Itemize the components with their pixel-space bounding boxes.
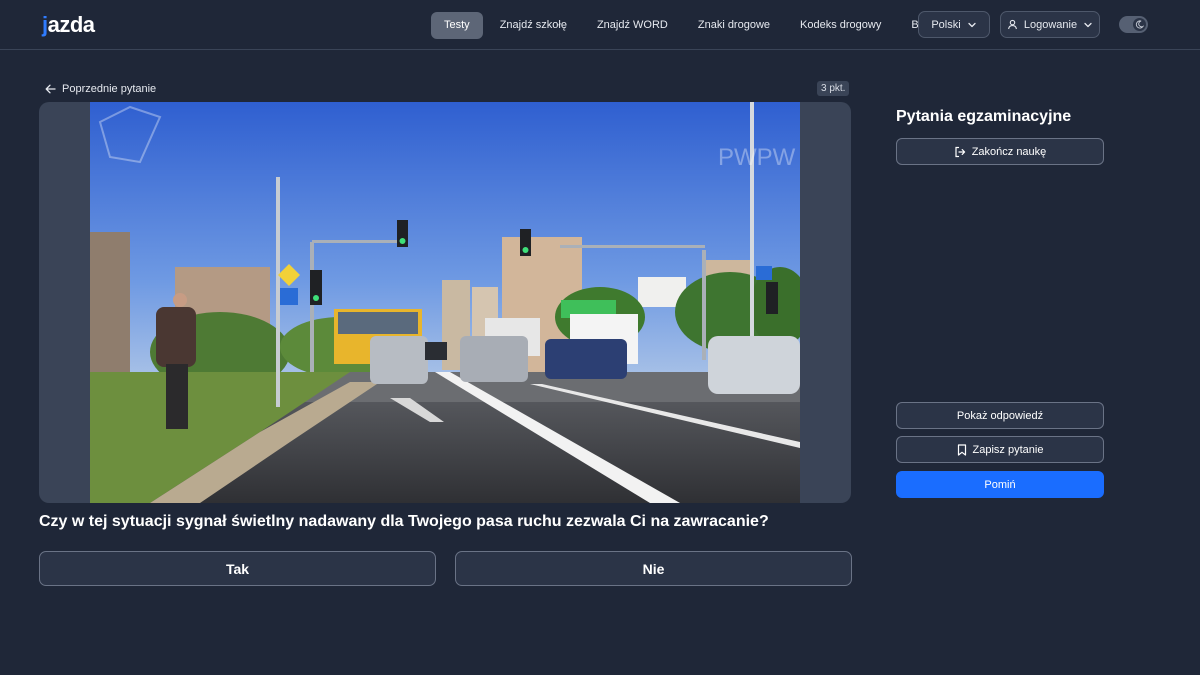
nav-road-code[interactable]: Kodeks drogowy: [787, 12, 894, 39]
show-answer-label: Pokaż odpowiedź: [956, 409, 1044, 422]
main-nav: Testy Znajdź szkołę Znajdź WORD Znaki dr…: [431, 11, 946, 39]
arrow-left-icon: [45, 84, 56, 94]
answer-no-button[interactable]: Nie: [455, 551, 852, 586]
question-text: Czy w tej sytuacji sygnał świetlny nadaw…: [39, 513, 769, 530]
nav-find-word[interactable]: Znajdź WORD: [584, 12, 681, 39]
logout-icon: [954, 146, 966, 158]
previous-question-label: Poprzednie pytanie: [62, 83, 157, 95]
nav-road-signs[interactable]: Znaki drogowe: [685, 12, 783, 39]
show-answer-button[interactable]: Pokaż odpowiedź: [896, 402, 1104, 429]
moon-icon: [1133, 18, 1146, 31]
logo[interactable]: j azda: [42, 12, 95, 38]
nav-tests[interactable]: Testy: [431, 11, 483, 39]
question-media: PWPW: [39, 102, 851, 503]
chevron-down-icon: [967, 20, 977, 30]
login-button[interactable]: Logowanie: [1000, 11, 1100, 38]
save-question-label: Zapisz pytanie: [972, 443, 1044, 456]
chevron-down-icon: [1083, 20, 1093, 30]
theme-toggle[interactable]: [1119, 16, 1148, 33]
skip-button[interactable]: Pomiń: [896, 471, 1104, 498]
finish-learning-button[interactable]: Zakończ naukę: [896, 138, 1104, 165]
top-navbar: j azda Testy Znajdź szkołę Znajdź WORD Zn…: [0, 0, 1200, 50]
answer-yes-button[interactable]: Tak: [39, 551, 436, 586]
finish-learning-label: Zakończ naukę: [971, 145, 1047, 158]
login-label: Logowanie: [1023, 18, 1078, 31]
nav-find-school[interactable]: Znajdź szkołę: [487, 12, 580, 39]
question-photo: PWPW: [90, 102, 800, 503]
previous-question-link[interactable]: Poprzednie pytanie: [45, 81, 156, 97]
skip-label: Pomiń: [984, 478, 1016, 491]
save-question-button[interactable]: Zapisz pytanie: [896, 436, 1104, 463]
user-icon: [1007, 19, 1018, 30]
points-badge: 3 pkt.: [817, 81, 850, 96]
logo-text: azda: [47, 12, 95, 37]
language-label: Polski: [931, 18, 961, 31]
watermark-text: PWPW: [718, 144, 796, 171]
language-select[interactable]: Polski: [918, 11, 990, 38]
bookmark-icon: [957, 443, 967, 456]
side-panel-title: Pytania egzaminacyjne: [896, 108, 1072, 125]
